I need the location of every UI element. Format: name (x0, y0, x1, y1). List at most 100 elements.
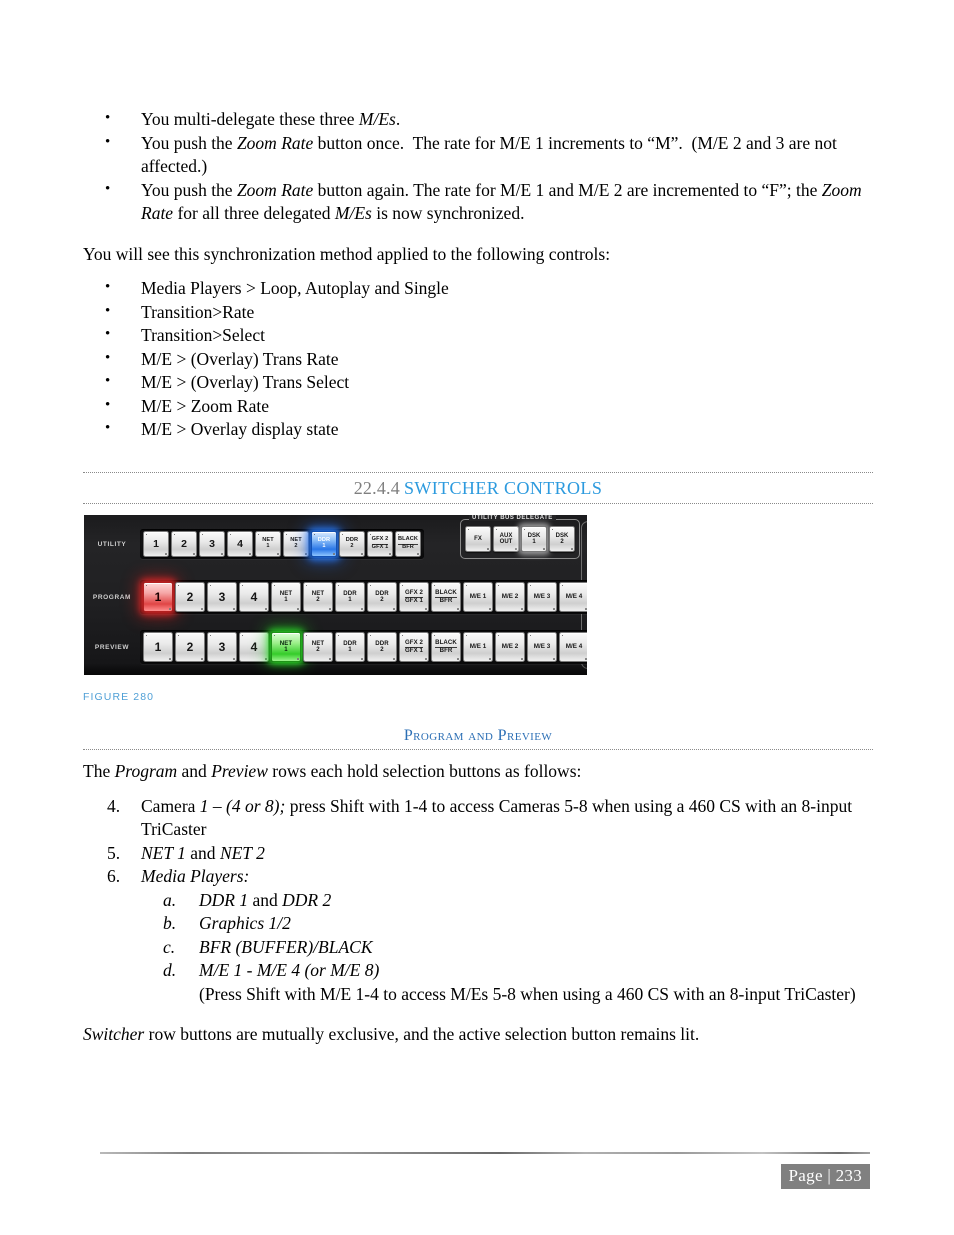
section-title: SWITCHER CONTROLS (403, 478, 603, 498)
figure-caption: FIGURE 280 (83, 691, 155, 703)
program-preview-intro: The Program and Preview rows each hold s… (83, 761, 582, 781)
delegate-button-strip: FX AUX OUT DSK 1 DSK 2 (465, 526, 575, 552)
list-item: d. M/E 1 - M/E 4 (or M/E 8) (Press Shift… (163, 960, 856, 1004)
list-item: Media Players > Loop, Autoplay and Singl… (83, 276, 873, 301)
list-item: You push the Zoom Rate button once. The … (83, 131, 873, 179)
program-button-2[interactable]: 2 (175, 582, 205, 612)
preview-button-net-2[interactable]: NET 2 (303, 632, 333, 662)
utility-button-black-bfr[interactable]: BLACK BFR (395, 531, 421, 557)
utility-button-4[interactable]: 4 (227, 531, 253, 557)
list-item: M/E > (Overlay) Trans Rate (83, 347, 873, 372)
delegate-button-dsk-1[interactable]: DSK 1 (521, 526, 547, 552)
list-marker: c. (163, 936, 176, 957)
preview-button-gfx[interactable]: GFX 2 GFX 1 (399, 632, 429, 662)
alpha-sub-list: a. DDR 1 and DDR 2 b. Graphics 1/2 c. BF… (141, 889, 873, 1007)
switcher-panel-figure: UTILITY 1 2 3 4 NET 1 NET 2 DDR 1 DDR 2 GFX … (84, 515, 587, 675)
program-button-black-bfr[interactable]: BLACK BFR (431, 582, 461, 612)
subheading-block: Program and Preview (83, 727, 873, 750)
control-bullet-list: Media Players > Loop, Autoplay and Singl… (83, 276, 873, 442)
list-marker: 5. (107, 842, 121, 863)
sync-paragraph: You will see this synchronization method… (83, 243, 611, 264)
preview-button-2[interactable]: 2 (175, 632, 205, 662)
preview-button-net-1[interactable]: NET 1 (271, 632, 301, 662)
list-marker: 6. (107, 866, 121, 886)
utility-button-gfx[interactable]: GFX 2 GFX 1 (367, 531, 393, 557)
switcher-row-preview: PREVIEW 1 2 3 4 NET 1 NET 2 DDR 1 DDR 2 GFX … (84, 627, 587, 667)
preview-button-1[interactable]: 1 (143, 632, 173, 662)
program-button-4[interactable]: 4 (239, 582, 269, 612)
list-item: 4. Camera 1 – (4 or 8); press Shift with… (107, 795, 853, 840)
closing-paragraph: Switcher row buttons are mutually exclus… (83, 1024, 700, 1044)
program-button-strip: 1 2 3 4 NET 1 NET 2 DDR 1 DDR 2 GFX 2 GFX 1 B… (140, 580, 587, 614)
program-button-ddr-2[interactable]: DDR 2 (367, 582, 397, 612)
page-number: Page | 233 (780, 1164, 870, 1189)
list-item: 5. NET 1 and NET 2 (83, 842, 873, 866)
list-item: Transition>Select (83, 323, 873, 348)
utility-bus-delegate-label: UTILITY BUS DELEGATE (469, 515, 556, 521)
section-number: 22.4.4 (353, 478, 400, 498)
utility-button-1[interactable]: 1 (143, 531, 169, 557)
heading-rule-bottom (83, 503, 873, 504)
list-item: Transition>Rate (83, 300, 873, 325)
list-marker: b. (163, 913, 177, 933)
delegate-button-dsk-2[interactable]: DSK 2 (549, 526, 575, 552)
row-label-preview: PREVIEW (94, 643, 130, 651)
list-item: b. Graphics 1/2 (141, 912, 873, 936)
program-button-me-3[interactable]: M/E 3 (527, 582, 557, 612)
switcher-row-program: PROGRAM 1 2 3 4 NET 1 NET 2 DDR 1 DDR 2 GFX … (84, 577, 587, 617)
preview-button-me-2[interactable]: M/E 2 (495, 632, 525, 662)
program-button-ddr-1[interactable]: DDR 1 (335, 582, 365, 612)
program-button-gfx[interactable]: GFX 2 GFX 1 (399, 582, 429, 612)
program-button-me-4[interactable]: M/E 4 (559, 582, 587, 612)
list-item: c. BFR (BUFFER)/BLACK (141, 936, 873, 960)
document-page: You multi-delegate these three M/Es. You… (0, 0, 954, 1235)
program-button-me-2[interactable]: M/E 2 (495, 582, 525, 612)
program-button-net-1[interactable]: NET 1 (271, 582, 301, 612)
preview-button-black-bfr[interactable]: BLACK BFR (431, 632, 461, 662)
list-item: a. DDR 1 and DDR 2 (141, 889, 873, 913)
list-marker: d. (163, 960, 177, 980)
switcher-panel: UTILITY 1 2 3 4 NET 1 NET 2 DDR 1 DDR 2 GFX … (84, 515, 587, 675)
footer-rule (100, 1152, 870, 1154)
row-label-utility: UTILITY (97, 540, 127, 548)
delegate-button-aux-out[interactable]: AUX OUT (493, 526, 519, 552)
list-marker: a. (163, 889, 177, 910)
list-item: M/E > Overlay display state (83, 417, 873, 442)
program-button-net-2[interactable]: NET 2 (303, 582, 333, 612)
utility-button-strip: 1 2 3 4 NET 1 NET 2 DDR 1 DDR 2 GFX 2 GFX 1 B… (140, 529, 424, 559)
subheading-title: Program and Preview (403, 727, 553, 744)
preview-button-me-3[interactable]: M/E 3 (527, 632, 557, 662)
numbered-list: 4. Camera 1 – (4 or 8); press Shift with… (83, 795, 873, 889)
section-heading-block: 22.4.4 SWITCHER CONTROLS (83, 472, 873, 504)
utility-button-net-2[interactable]: NET 2 (283, 531, 309, 557)
utility-button-ddr-2[interactable]: DDR 2 (339, 531, 365, 557)
program-button-3[interactable]: 3 (207, 582, 237, 612)
subheading-rule (83, 749, 873, 750)
utility-button-ddr-1[interactable]: DDR 1 (311, 531, 337, 557)
section-heading: 22.4.4 SWITCHER CONTROLS (83, 473, 873, 503)
preview-button-ddr-2[interactable]: DDR 2 (367, 632, 397, 662)
program-preview-content: The Program and Preview rows each hold s… (83, 760, 873, 1047)
list-marker: 4. (107, 795, 121, 816)
utility-button-net-1[interactable]: NET 1 (255, 531, 281, 557)
list-item: You push the Zoom Rate button again. The… (83, 178, 873, 226)
program-button-1[interactable]: 1 (143, 582, 173, 612)
utility-button-3[interactable]: 3 (199, 531, 225, 557)
list-item: M/E > (Overlay) Trans Select (83, 370, 873, 395)
preview-button-me-4[interactable]: M/E 4 (559, 632, 587, 662)
program-button-me-1[interactable]: M/E 1 (463, 582, 493, 612)
preview-button-strip: 1 2 3 4 NET 1 NET 2 DDR 1 DDR 2 GFX 2 GFX 1 B… (140, 630, 587, 664)
utility-button-2[interactable]: 2 (171, 531, 197, 557)
intro-bullet-list: You multi-delegate these three M/Es. You… (83, 107, 873, 226)
delegate-button-fx[interactable]: FX (465, 526, 491, 552)
list-item: 6. Media Players: (83, 865, 873, 889)
row-label-program: PROGRAM (92, 593, 132, 601)
preview-button-3[interactable]: 3 (207, 632, 237, 662)
preview-button-4[interactable]: 4 (239, 632, 269, 662)
preview-button-ddr-1[interactable]: DDR 1 (335, 632, 365, 662)
alpha-note: (Press Shift with M/E 1-4 to access M/Es… (199, 983, 856, 1004)
page-content: You multi-delegate these three M/Es. You… (83, 107, 873, 442)
list-item: You multi-delegate these three M/Es. (83, 107, 873, 132)
preview-button-me-1[interactable]: M/E 1 (463, 632, 493, 662)
list-item: M/E > Zoom Rate (83, 394, 873, 419)
